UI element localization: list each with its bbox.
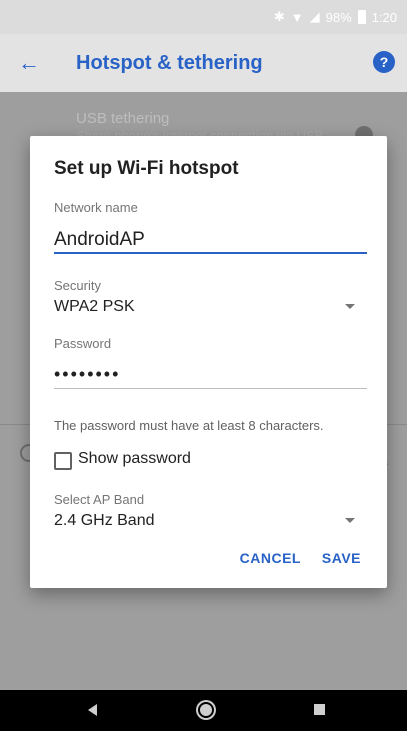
ap-band-label: Select AP Band bbox=[54, 492, 145, 507]
show-password-label[interactable]: Show password bbox=[78, 450, 191, 468]
navigation-bar bbox=[0, 690, 407, 731]
nav-back-icon[interactable] bbox=[88, 704, 97, 716]
cancel-button[interactable]: CANCEL bbox=[240, 550, 301, 566]
usb-tethering-title: USB tethering bbox=[76, 110, 170, 127]
app-bar: ← Hotspot & tethering ? bbox=[0, 34, 407, 92]
save-button[interactable]: SAVE bbox=[322, 550, 361, 566]
network-name-label: Network name bbox=[54, 200, 138, 215]
signal-icon: ◢ bbox=[309, 9, 320, 24]
chevron-down-icon[interactable] bbox=[345, 518, 355, 523]
nav-recents-icon[interactable] bbox=[314, 704, 325, 715]
bluetooth-icon: ✱ bbox=[273, 9, 285, 24]
network-name-underline bbox=[54, 252, 367, 254]
password-field[interactable]: •••••••• bbox=[54, 364, 120, 385]
screen: ✱ ▼ ◢ 98% 1:20 ← Hotspot & tethering ? U… bbox=[0, 0, 407, 731]
dialog-title: Set up Wi-Fi hotspot bbox=[54, 158, 239, 179]
status-time: 1:20 bbox=[371, 9, 397, 25]
battery-percent: 98% bbox=[325, 9, 352, 25]
network-name-input[interactable] bbox=[54, 226, 364, 254]
nav-home-icon[interactable] bbox=[198, 702, 214, 718]
password-underline bbox=[54, 388, 367, 389]
page-title: Hotspot & tethering bbox=[76, 52, 263, 74]
ap-band-select[interactable]: 2.4 GHz Band bbox=[54, 512, 155, 530]
status-bar: ✱ ▼ ◢ 98% 1:20 bbox=[0, 0, 407, 34]
arrow-left-icon[interactable]: ← bbox=[18, 50, 40, 76]
wifi-icon: ▼ bbox=[290, 9, 304, 25]
show-password-checkbox[interactable] bbox=[54, 452, 72, 470]
password-label: Password bbox=[54, 336, 112, 351]
password-hint: The password must have at least 8 charac… bbox=[54, 418, 324, 433]
help-icon[interactable]: ? bbox=[373, 51, 395, 73]
security-label: Security bbox=[54, 278, 101, 293]
wifi-hotspot-dialog: Set up Wi-Fi hotspot Network name Securi… bbox=[30, 136, 387, 588]
security-select[interactable]: WPA2 PSK bbox=[54, 298, 135, 316]
chevron-down-icon[interactable] bbox=[345, 304, 355, 309]
battery-icon bbox=[357, 10, 366, 24]
